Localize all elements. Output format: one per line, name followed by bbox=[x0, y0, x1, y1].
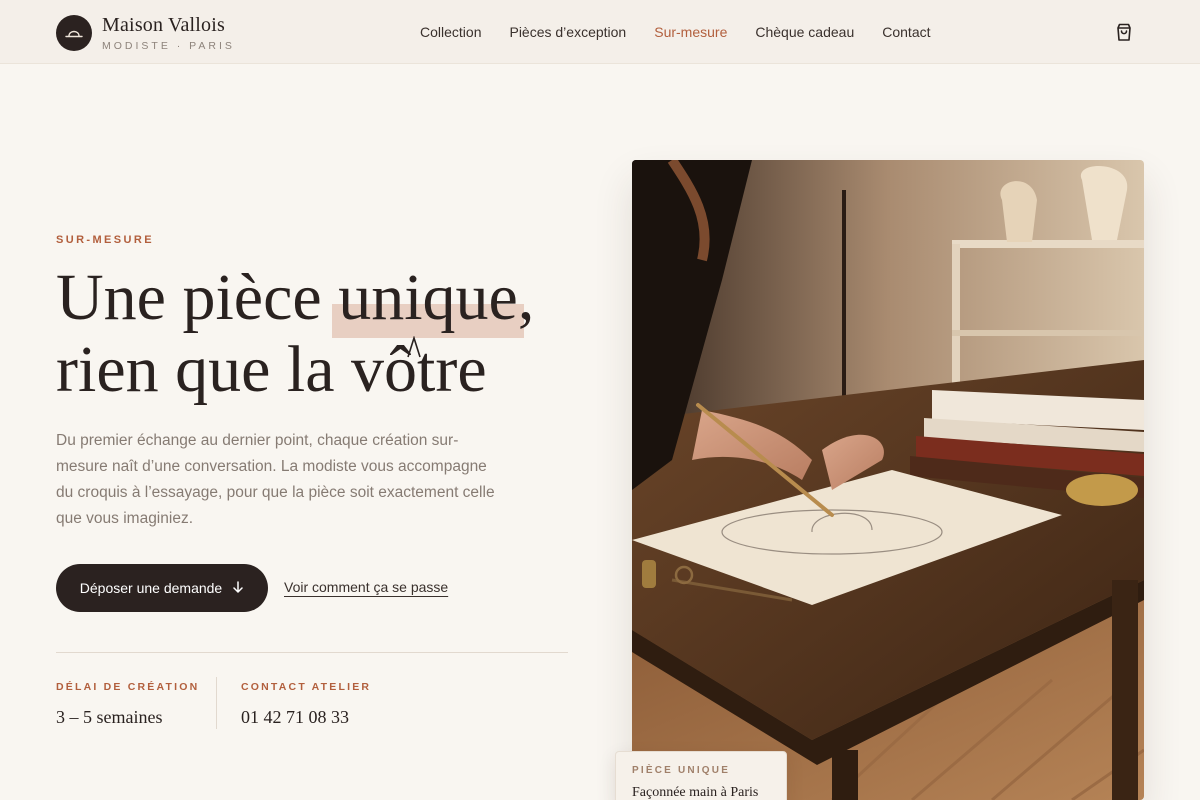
nav-item-cheque-cadeau[interactable]: Chèque cadeau bbox=[755, 23, 854, 41]
photo-badge: PIÈCE UNIQUE Façonnée main à Paris bbox=[615, 751, 787, 800]
headline-text-start: Une pièce bbox=[56, 261, 339, 334]
nav-item-contact[interactable]: Contact bbox=[882, 23, 930, 41]
atelier-photo bbox=[632, 160, 1144, 800]
how-it-works-link[interactable]: Voir comment ça se passe bbox=[284, 579, 448, 595]
section-eyebrow: SUR-MESURE bbox=[56, 234, 154, 246]
stat-contact-phone[interactable]: 01 42 71 08 33 bbox=[241, 706, 371, 728]
headline-highlight-word: unique bbox=[332, 261, 524, 338]
stat-delay-label: DÉLAI DE CRÉATION bbox=[56, 681, 200, 693]
stat-separator bbox=[216, 677, 217, 729]
badge-text: Façonnée main à Paris bbox=[632, 785, 759, 800]
brand-name: Maison Vallois bbox=[102, 14, 225, 36]
stat-delay-value: 3 – 5 semaines bbox=[56, 707, 163, 727]
arrow-down-icon bbox=[232, 580, 244, 596]
hat-logo-icon bbox=[56, 15, 92, 51]
headline-line-1: Une pièce unique, bbox=[56, 261, 616, 338]
nav-item-sur-mesure[interactable]: Sur-mesure bbox=[654, 23, 727, 41]
brand-home-link[interactable]: Maison Vallois MODISTE · PARIS bbox=[56, 14, 235, 52]
brand-subtitle: MODISTE · PARIS bbox=[102, 40, 235, 52]
stat-contact: CONTACT ATELIER 01 42 71 08 33 bbox=[241, 680, 371, 728]
submit-request-label: Déposer une demande bbox=[79, 580, 223, 596]
nav-item-pieces-exception[interactable]: Pièces d’exception bbox=[509, 23, 626, 41]
submit-request-button[interactable]: Déposer une demande bbox=[56, 564, 268, 612]
site-header: Maison Vallois MODISTE · PARIS Collectio… bbox=[0, 0, 1200, 64]
hero-headline: Une pièce unique, rien que la vôtre bbox=[56, 262, 616, 406]
headline-line-2: rien que la vôtre bbox=[56, 333, 487, 406]
headline-comma: , bbox=[517, 261, 535, 334]
nav-item-collection[interactable]: Collection bbox=[420, 23, 481, 41]
shopping-bag-icon[interactable] bbox=[1114, 22, 1134, 47]
hero-intro: Du premier échange au dernier point, cha… bbox=[56, 432, 495, 527]
stat-delay: DÉLAI DE CRÉATION 3 – 5 semaines bbox=[56, 680, 199, 728]
badge-label: PIÈCE UNIQUE bbox=[632, 765, 731, 776]
caret-mark-icon bbox=[406, 335, 422, 363]
stat-contact-label: CONTACT ATELIER bbox=[241, 681, 372, 693]
main-nav: Collection Pièces d’exception Sur-mesure… bbox=[420, 23, 959, 41]
stats-divider bbox=[56, 652, 568, 653]
